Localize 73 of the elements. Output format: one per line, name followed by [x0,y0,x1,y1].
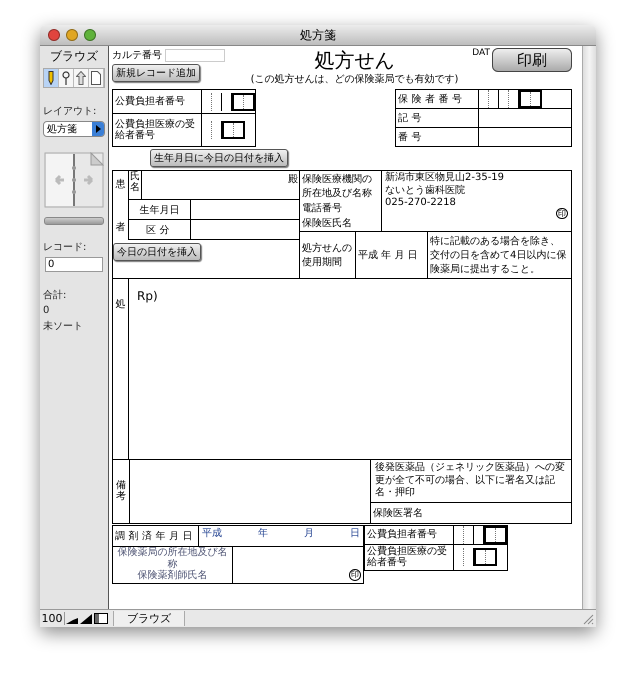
record-book-icon[interactable] [44,152,104,208]
day-label: 日 [350,526,360,540]
total-label: 合計: [43,288,66,302]
record-label: レコード: [43,241,86,254]
mode-status: ブラウズ [113,611,185,626]
caret-icon [96,125,100,133]
total-count: 0 [43,305,50,316]
zoom-button[interactable] [84,29,96,41]
record-slider[interactable] [44,217,104,225]
mode-button[interactable] [89,69,104,87]
validity-date: 平成 年 月 日 [358,248,418,262]
mode-button[interactable] [44,69,59,87]
honorific-label: 殿 [287,173,299,187]
prescription-label: 処 [116,298,126,311]
remarks-label: 備考 [116,480,126,502]
seal-mark: 印 [556,208,568,220]
patient-label: 患 [116,178,126,191]
public-payer-label: 公費負担者番号 [115,96,186,108]
rp-label: Rp) [136,288,158,303]
insert-today-button[interactable]: 今日の日付を挿入 [113,243,201,261]
insurer-label: 保険者番号 [398,94,466,105]
sort-status: 未ソート [43,320,83,333]
public-payer-label: 公費負担者番号 [367,528,438,540]
doctor-signature-label: 保険医署名 [372,506,424,520]
insert-birthdate-button[interactable]: 生年月日に今日の日付を挿入 [150,149,288,167]
pharmacy-label: 保険薬局の所在地及び名称 [116,547,228,570]
scrollbar[interactable] [582,46,596,609]
patient-label: 者 [116,220,126,234]
zoom-in-icon[interactable] [80,614,92,624]
category-label: 区分 [146,224,173,236]
generic-drug-note: 後発医薬品（ジェネリック医薬品）への変更が全て不可の場合、以下に署名又は記名・押印 [371,460,571,502]
record-number-field[interactable]: 0 [45,257,103,272]
print-button[interactable]: 印刷 [492,48,572,72]
status-area-icon[interactable] [94,613,108,624]
public-payer-label: 公費負担医療の受給者番号 [367,546,448,568]
validity-period-label: 処方せんの使用期間 [302,242,353,269]
clinic-name: ないとう歯科医院 [385,184,466,197]
insurer-label: 番号 [398,132,425,143]
insurer-label: 記号 [398,113,425,124]
magnifier-icon [62,71,70,85]
dispensed-date-label: 調剤済年月日 [115,530,196,542]
clinic-label: 保険医氏名 [302,216,353,230]
pharmacist-label: 保険薬剤師氏名 [138,570,208,582]
arrow-icon [76,71,86,85]
clinic-label: 保険医療機関の所在地及び名称 [302,172,373,200]
resize-grip-icon[interactable] [583,614,594,625]
page-icon [91,71,101,85]
form-title: 処方せん [314,48,394,72]
birthdate-label: 生年月日 [140,204,180,216]
new-record-button[interactable]: 新規レコード追加 [112,64,200,82]
clinic-label: 電話番号 [302,202,343,215]
window-title: 処方箋 [300,28,336,42]
validity-note: (この処方せんは、どの保険薬局でも有効です) [250,72,458,86]
name-label: 氏名 [129,171,142,199]
layout-dropdown[interactable]: 処方箋 [43,121,105,137]
year-label: 年 [258,526,268,540]
chart-number-label: カルテ番号 [112,48,162,62]
mode-button[interactable] [74,69,89,87]
clinic-address: 新潟市東区物見山2-35-19 [385,172,506,184]
dat-label: DAT [472,48,490,58]
mode-label: ブラウズ [50,48,98,65]
public-payer-label: 公費負担医療の受給者番号 [115,118,196,142]
month-label: 月 [304,526,314,540]
close-button[interactable] [48,29,60,41]
minimize-button[interactable] [66,29,78,41]
pencil-icon [48,71,54,85]
seal-mark: 印 [349,568,361,580]
era-label: 平成 [202,526,222,540]
chart-number-field[interactable] [165,48,225,62]
zoom-level[interactable]: 100 [40,612,65,625]
validity-period-note: 特に記載のある場合を除き、交付の日を含めて4日以内に保険薬局に提出すること。 [430,234,568,276]
clinic-phone: 025-270-2218 [385,197,457,210]
layout-label: レイアウト: [43,105,96,118]
